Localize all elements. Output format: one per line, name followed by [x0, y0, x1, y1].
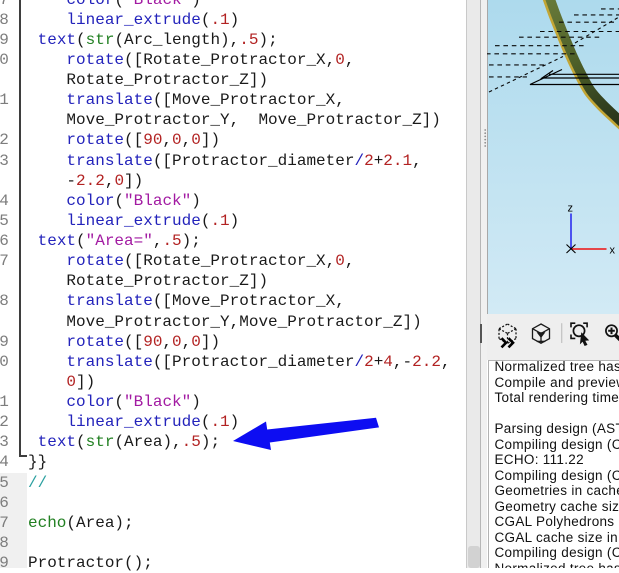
- svg-text:x: x: [610, 245, 616, 257]
- svg-text:z: z: [568, 203, 574, 215]
